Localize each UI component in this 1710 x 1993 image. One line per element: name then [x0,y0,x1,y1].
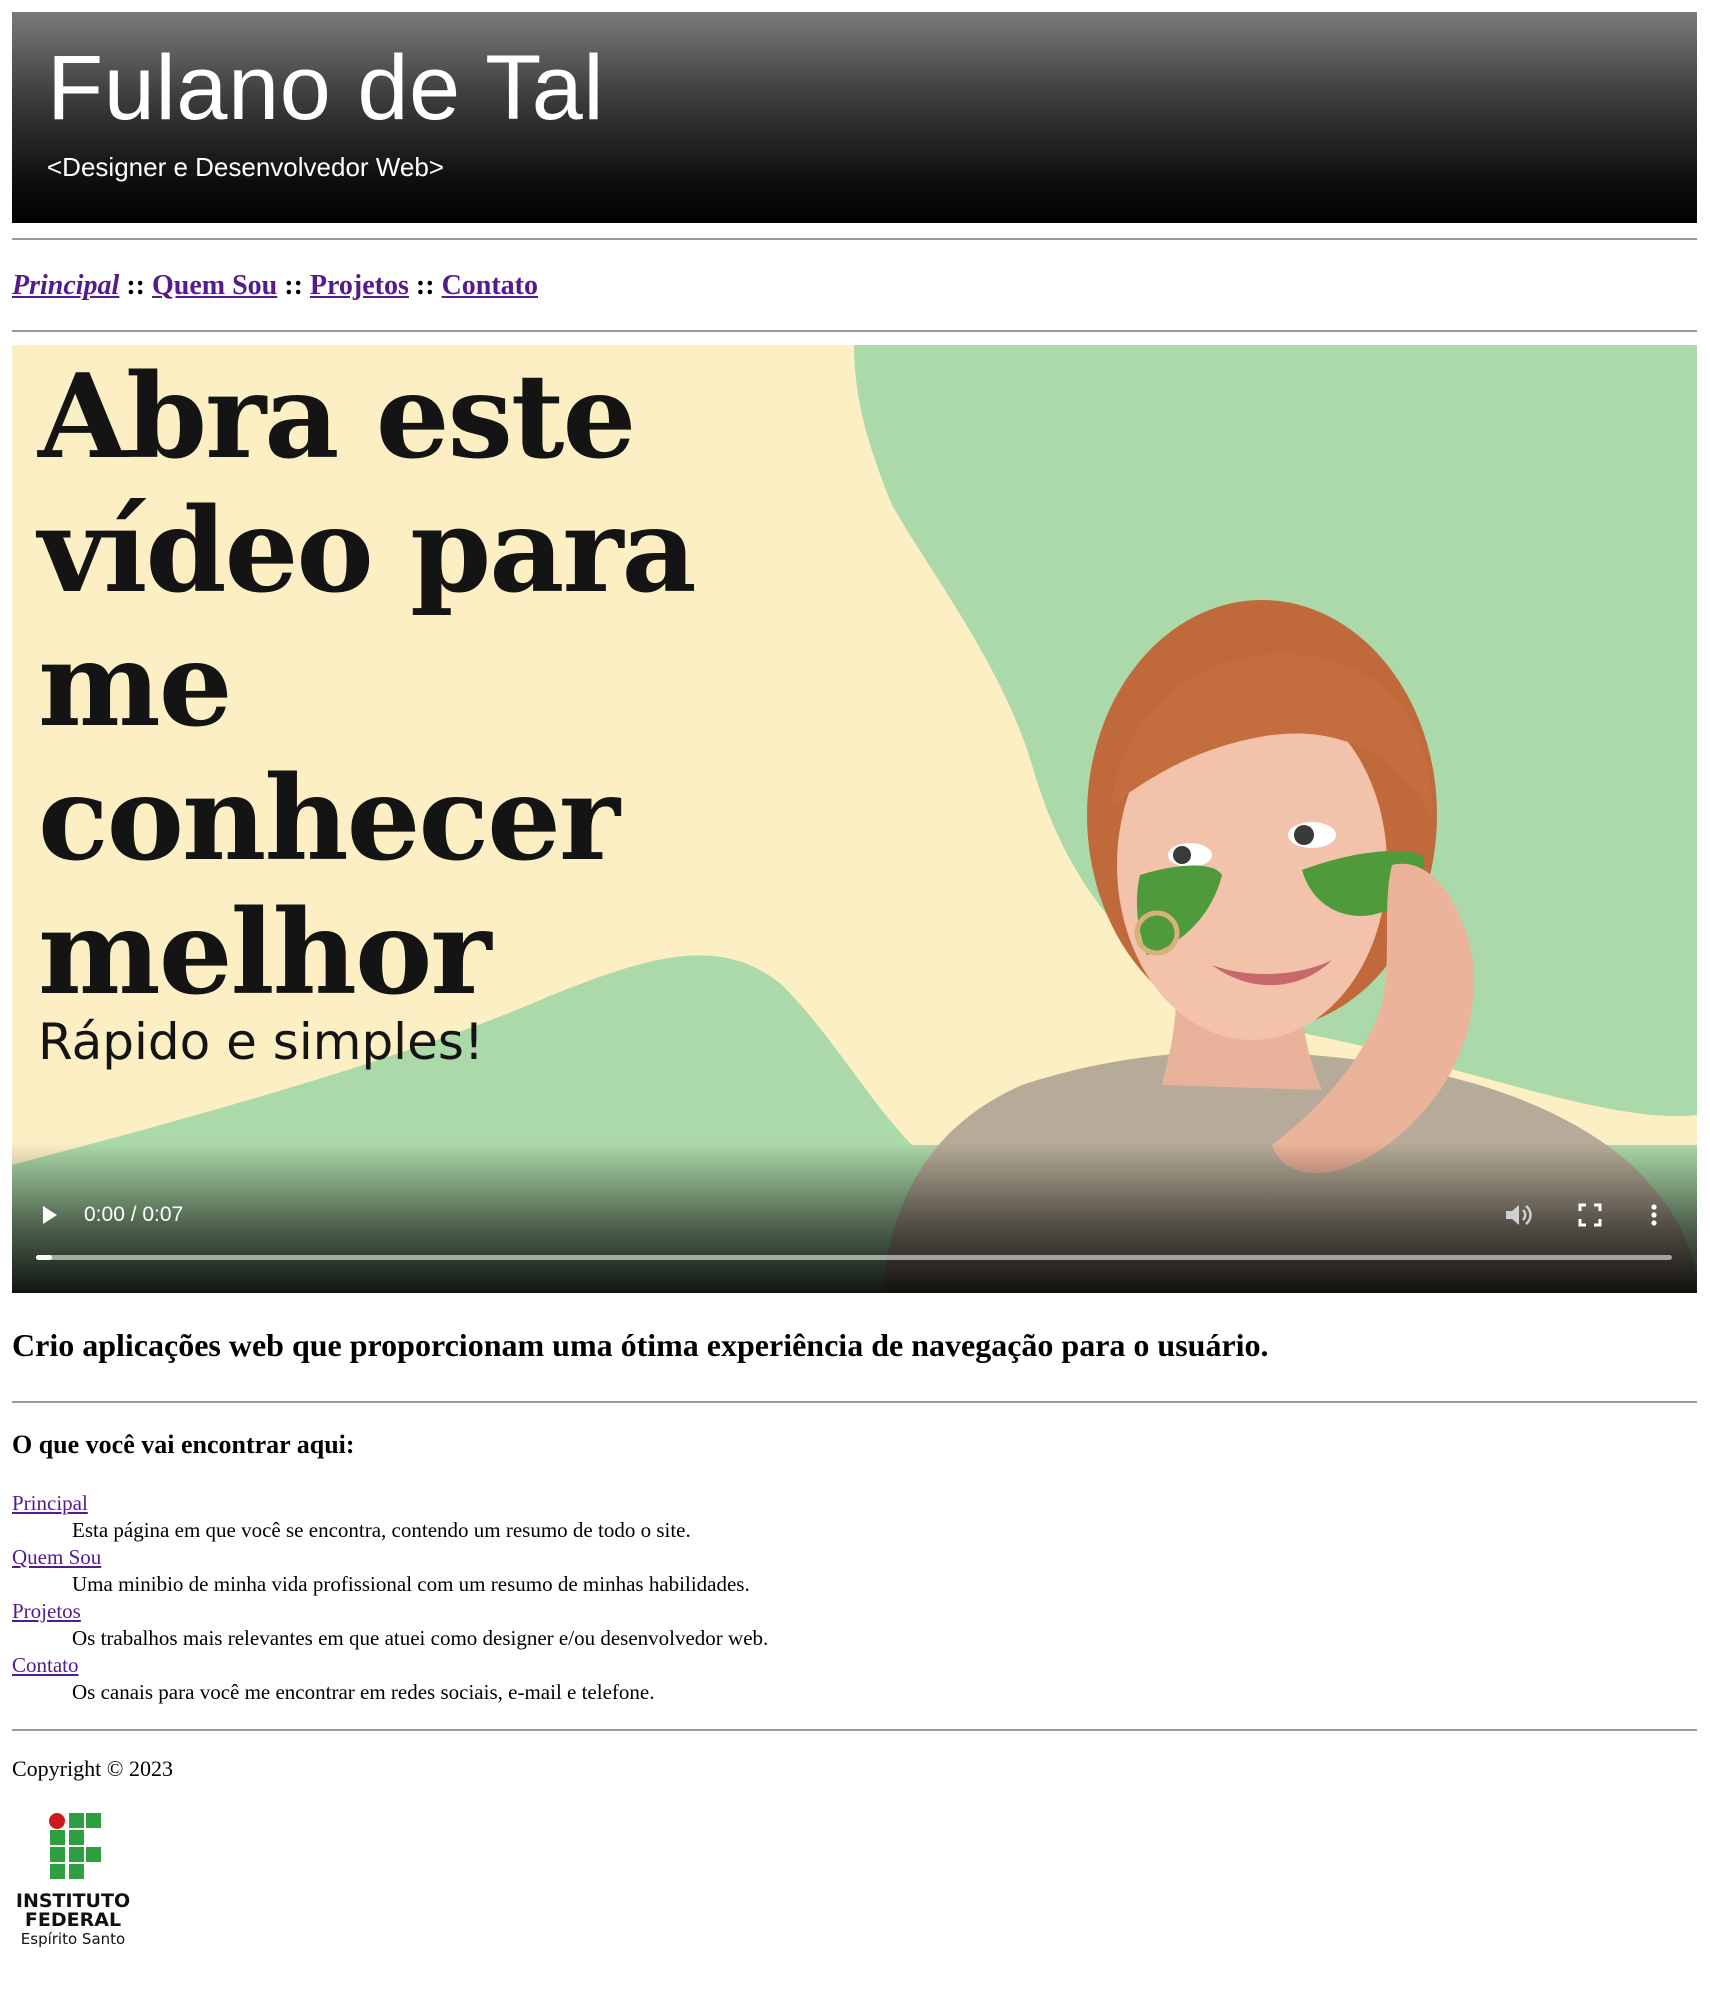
list-description: Uma minibio de minha vida profissional c… [72,1572,750,1596]
video-player[interactable]: Abra este vídeo para me conhecer melhor … [12,345,1697,1293]
list-link-quem-sou[interactable]: Quem Sou [12,1545,101,1569]
volume-icon[interactable] [1502,1200,1536,1230]
divider [12,330,1697,332]
main-nav: Principal :: Quem Sou :: Projetos :: Con… [12,270,538,302]
copyright: Copyright © 2023 [12,1756,173,1781]
video-progress-bar[interactable] [36,1255,1672,1260]
fullscreen-icon[interactable] [1575,1200,1605,1230]
logo-text-line3: Espírito Santo [20,1930,126,1948]
list-description: Os canais para você me encontrar em rede… [72,1680,655,1704]
nav-link-quem-sou[interactable]: Quem Sou [152,270,277,301]
list-link-projetos[interactable]: Projetos [12,1599,81,1623]
list-link-principal[interactable]: Principal [12,1491,88,1515]
nav-separator: :: [126,270,145,301]
list-description: Os trabalhos mais relevantes em que atue… [72,1626,769,1650]
institute-logo-icon [49,1813,101,1879]
nav-separator: :: [284,270,303,301]
logo-text-line2: FEDERAL [24,1909,122,1931]
section-title: O que você vai encontrar aqui: [12,1430,355,1459]
divider [12,1729,1697,1731]
list-term: Contato [12,1652,768,1679]
list-term: Projetos [12,1598,768,1625]
nav-link-projetos[interactable]: Projetos [310,270,409,301]
sections-list: Principal Esta página em que você se enc… [12,1490,768,1706]
headline-line: melhor [38,885,491,1021]
tagline: Crio aplicações web que proporcionam uma… [12,1327,1269,1363]
video-progress-fill [36,1255,53,1260]
list-term: Quem Sou [12,1544,768,1571]
video-headline: Abra este vídeo para me conhecer melhor [38,349,697,1021]
headline-line: conhecer [38,751,620,887]
play-icon[interactable] [34,1200,64,1230]
site-subtitle: <Designer e Desenvolvedor Web> [47,152,444,182]
more-options-icon[interactable] [1644,1200,1664,1230]
video-subheadline: Rápido e simples! [38,1013,484,1071]
headline-line: vídeo para [38,483,697,619]
video-time: 0:00 / 0:07 [84,1203,184,1226]
divider [12,1401,1697,1403]
headline-line: Abra este [38,349,636,485]
list-term: Principal [12,1490,768,1517]
ifes-logo: INSTITUTO FEDERAL Espírito Santo [14,1808,134,1948]
divider [12,238,1697,240]
nav-link-principal[interactable]: Principal [12,270,119,301]
site-title: Fulano de Tal [47,37,605,139]
headline-line: me [38,617,233,753]
video-controls-overlay [12,1143,1697,1293]
list-description: Esta página em que você se encontra, con… [72,1518,691,1542]
site-header: Fulano de Tal <Designer e Desenvolvedor … [12,12,1697,223]
nav-separator: :: [415,270,435,301]
nav-link-contato[interactable]: Contato [442,270,538,301]
list-link-contato[interactable]: Contato [12,1653,79,1677]
